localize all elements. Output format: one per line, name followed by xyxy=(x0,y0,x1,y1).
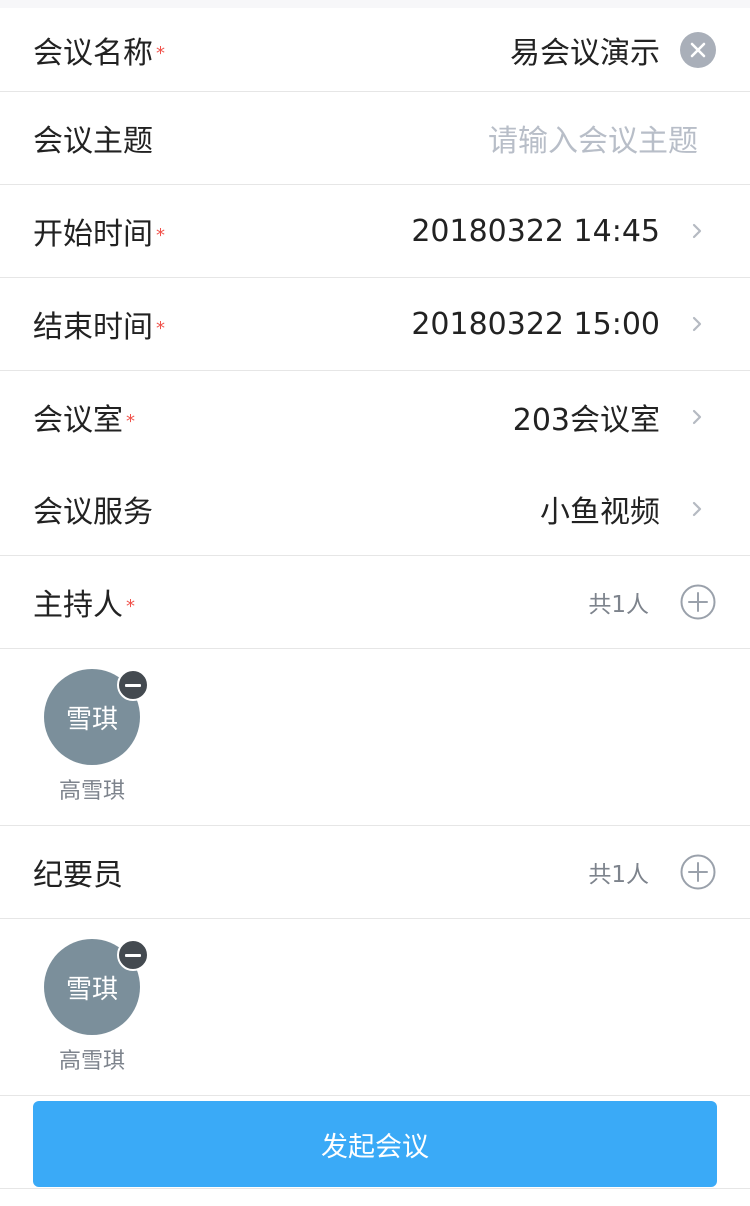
plus-circle-icon[interactable] xyxy=(680,854,716,890)
avatar: 雪琪 xyxy=(44,669,149,765)
end-time-label: 结束时间 * xyxy=(33,310,165,345)
required-mark: * xyxy=(156,317,165,339)
avatar: 雪琪 xyxy=(44,939,149,1035)
end-time-row[interactable]: 结束时间 * 20180322 15:00 xyxy=(0,278,750,370)
recorder-person: 雪琪 高雪琪 xyxy=(44,939,149,1075)
host-person: 雪琪 高雪琪 xyxy=(44,669,149,805)
start-time-value: 20180322 14:45 xyxy=(411,213,660,249)
clear-icon[interactable] xyxy=(680,31,716,68)
minus-circle-icon[interactable] xyxy=(117,669,149,701)
meeting-topic-input[interactable]: 请输入会议主题 xyxy=(488,116,698,160)
meeting-room-label: 会议室 * xyxy=(33,403,135,438)
meeting-topic-row[interactable]: 会议主题 请输入会议主题 xyxy=(0,92,750,184)
divider xyxy=(0,1095,750,1096)
recorder-count: 共1人 xyxy=(588,862,649,888)
chevron-right-icon xyxy=(692,316,702,332)
host-label: 主持人 * xyxy=(33,588,135,623)
required-mark: * xyxy=(126,595,135,617)
meeting-topic-label: 会议主题 xyxy=(33,124,153,159)
meeting-name-label: 会议名称 * xyxy=(33,35,165,71)
host-row: 主持人 * 共1人 xyxy=(0,556,750,648)
divider xyxy=(0,918,750,919)
required-mark: * xyxy=(156,43,165,64)
meeting-room-value: 203会议室 xyxy=(512,403,660,438)
meeting-service-value: 小鱼视频 xyxy=(540,495,660,530)
chevron-right-icon xyxy=(692,409,702,425)
divider xyxy=(0,648,750,649)
host-count: 共1人 xyxy=(588,592,649,618)
plus-circle-icon[interactable] xyxy=(680,584,716,620)
person-name: 高雪琪 xyxy=(58,779,125,804)
minus-circle-icon[interactable] xyxy=(117,939,149,971)
top-strip xyxy=(0,0,750,8)
end-time-value: 20180322 15:00 xyxy=(411,306,660,342)
meeting-name-input[interactable]: 易会议演示 xyxy=(510,28,660,72)
meeting-service-row[interactable]: 会议服务 小鱼视频 xyxy=(0,463,750,555)
meeting-service-label: 会议服务 xyxy=(33,495,153,530)
divider xyxy=(0,1188,750,1189)
meeting-room-row[interactable]: 会议室 * 203会议室 xyxy=(0,371,750,463)
required-mark: * xyxy=(126,410,135,432)
start-time-label: 开始时间 * xyxy=(33,217,165,252)
chevron-right-icon xyxy=(692,223,702,239)
start-meeting-button[interactable]: 发起会议 xyxy=(33,1101,717,1187)
recorder-label: 纪要员 xyxy=(33,858,123,893)
person-name: 高雪琪 xyxy=(58,1049,125,1074)
meeting-name-row[interactable]: 会议名称 * 易会议演示 xyxy=(0,8,750,91)
recorder-row: 纪要员 共1人 xyxy=(0,826,750,918)
required-mark: * xyxy=(156,224,165,246)
chevron-right-icon xyxy=(692,501,702,517)
start-time-row[interactable]: 开始时间 * 20180322 14:45 xyxy=(0,185,750,277)
